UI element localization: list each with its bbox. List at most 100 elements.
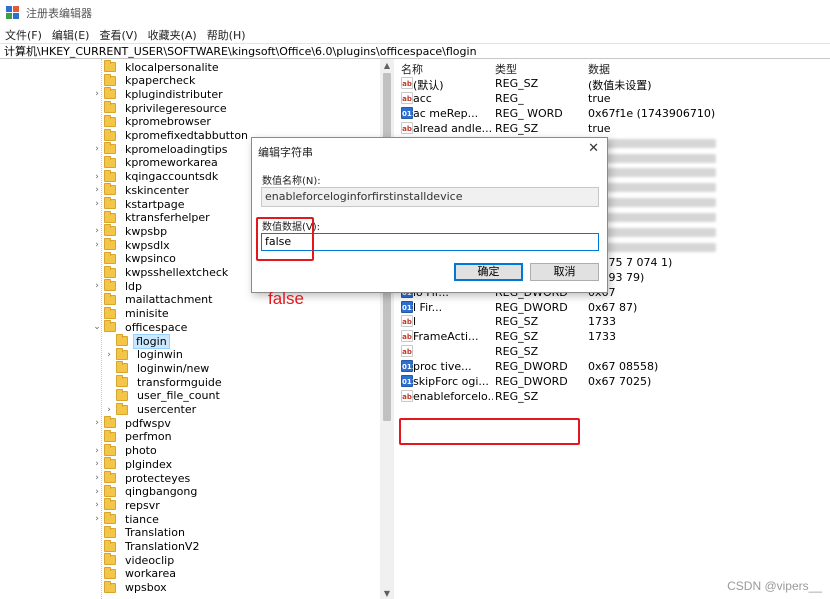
chevron-right-icon[interactable]: › (92, 197, 102, 211)
tree-item[interactable]: › pdfwspv (92, 416, 175, 430)
value-row[interactable]: ab FrameActi... REG_SZ 1733 (396, 329, 830, 344)
value-row[interactable]: ab alread andle... REG_SZ true (396, 121, 830, 136)
chevron-right-icon[interactable]: › (92, 87, 102, 101)
chevron-right-icon[interactable]: › (92, 512, 102, 526)
chevron-down-icon[interactable]: ⌄ (92, 320, 102, 334)
value-row[interactable]: 011 skipForc ogi... REG_DWORD 0x67 7025) (396, 374, 830, 389)
chevron-right-icon[interactable] (104, 389, 114, 403)
tree-item[interactable]: flogin (104, 333, 170, 349)
chevron-right-icon[interactable] (92, 60, 102, 74)
chevron-right-icon[interactable]: › (92, 183, 102, 197)
tree-item[interactable]: transformguide (104, 375, 226, 389)
chevron-right-icon[interactable]: › (92, 498, 102, 512)
tree-item[interactable]: › photo (92, 443, 161, 458)
tree-item[interactable]: › kskincenter (92, 183, 193, 197)
chevron-right-icon[interactable] (92, 540, 102, 554)
tree-item[interactable]: ⌄ officespace (92, 320, 191, 334)
close-icon[interactable]: ✕ (588, 141, 599, 156)
menu-help[interactable]: 帮助(H) (202, 27, 251, 43)
tree-item[interactable]: › plgindex (92, 457, 176, 471)
chevron-right-icon[interactable] (92, 129, 102, 143)
chevron-right-icon[interactable] (92, 74, 102, 88)
tree-item[interactable]: kpromeworkarea (92, 155, 222, 170)
chevron-right-icon[interactable] (92, 526, 102, 540)
tree-item[interactable]: › kplugindistributer (92, 87, 227, 101)
value-row[interactable]: ab l REG_SZ 1733 (396, 314, 830, 329)
tree-item[interactable]: › kstartpage (92, 197, 188, 211)
value-row[interactable]: ab acc REG_ true (396, 91, 830, 106)
chevron-right-icon[interactable] (92, 115, 102, 129)
chevron-right-icon[interactable] (92, 553, 102, 567)
chevron-right-icon[interactable] (92, 252, 102, 266)
tree-item[interactable]: Translation (92, 525, 189, 540)
tree-item[interactable]: kpapercheck (92, 73, 199, 88)
tree-item[interactable]: › usercenter (104, 402, 200, 417)
column-data-header[interactable]: 数据 (588, 61, 610, 77)
value-row[interactable]: 011 ac meRep... REG_ WORD 0x67f1e (17439067… (396, 106, 830, 121)
value-row[interactable]: ab (默认) REG_SZ (数值未设置) (396, 76, 830, 92)
chevron-right-icon[interactable] (92, 430, 102, 444)
tree-item[interactable]: › repsvr (92, 498, 164, 512)
ok-button[interactable]: 确定 (454, 263, 523, 281)
menu-view[interactable]: 查看(V) (94, 27, 142, 43)
tree-item[interactable]: loginwin/new (104, 361, 213, 375)
column-type-header[interactable]: 类型 (495, 61, 517, 77)
chevron-right-icon[interactable]: › (92, 485, 102, 499)
tree-item[interactable]: videoclip (92, 553, 178, 567)
scroll-down-icon[interactable]: ▼ (380, 587, 394, 599)
chevron-right-icon[interactable] (92, 581, 102, 595)
tree-item[interactable]: › ldp (92, 279, 146, 293)
menu-favorites[interactable]: 收藏夹(A) (143, 27, 202, 43)
menu-edit[interactable]: 编辑(E) (47, 27, 95, 43)
tree-item[interactable]: kwpsinco (92, 251, 180, 266)
value-row[interactable]: ab enableforcelo... REG_SZ (396, 389, 830, 404)
chevron-right-icon[interactable]: › (92, 279, 102, 293)
tree-item[interactable]: › tiance (92, 512, 163, 526)
tree-item[interactable]: kprivilegeresource (92, 101, 231, 115)
value-row[interactable]: 011 l Fir... REG_DWORD 0x67 87) (396, 300, 830, 315)
tree-item[interactable]: workarea (92, 566, 180, 581)
menu-file[interactable]: 文件(F) (0, 27, 47, 43)
tree-item[interactable]: wpsbox (92, 580, 171, 595)
tree-item[interactable]: › kpromeloadingtips (92, 142, 231, 156)
chevron-right-icon[interactable] (92, 101, 102, 115)
tree-item[interactable]: minisite (92, 306, 173, 321)
chevron-right-icon[interactable]: › (92, 142, 102, 156)
chevron-right-icon[interactable]: › (92, 224, 102, 238)
chevron-right-icon[interactable]: › (92, 238, 102, 252)
tree-item[interactable]: kpromebrowser (92, 114, 215, 129)
chevron-right-icon[interactable] (92, 307, 102, 321)
tree-item[interactable]: › protecteyes (92, 471, 194, 485)
tree-item[interactable]: kwpsshellextcheck (92, 265, 232, 280)
chevron-right-icon[interactable]: › (92, 170, 102, 184)
tree-item[interactable]: › kqingaccountsdk (92, 169, 222, 184)
chevron-right-icon[interactable]: › (104, 348, 114, 362)
chevron-right-icon[interactable] (92, 567, 102, 581)
tree-item[interactable]: › qingbangong (92, 484, 201, 499)
chevron-right-icon[interactable] (92, 266, 102, 280)
tree-item[interactable]: kpromefixedtabbutton (92, 128, 252, 143)
chevron-right-icon[interactable] (92, 211, 102, 225)
chevron-right-icon[interactable]: › (92, 471, 102, 485)
chevron-right-icon[interactable]: › (92, 457, 102, 471)
tree-item[interactable]: › kwpsdlx (92, 238, 174, 252)
address-bar[interactable]: 计算机\HKEY_CURRENT_USER\SOFTWARE\kingsoft\… (0, 43, 830, 59)
column-name-header[interactable]: 名称 (401, 61, 423, 77)
value-row[interactable]: 011 proc tive... REG_DWORD 0x67 08558) (396, 359, 830, 374)
tree-item[interactable]: klocalpersonalite (92, 60, 223, 74)
cancel-button[interactable]: 取消 (530, 263, 599, 281)
tree-item[interactable]: TranslationV2 (92, 539, 203, 554)
tree-item[interactable]: perfmon (92, 429, 176, 444)
chevron-right-icon[interactable] (104, 361, 114, 375)
chevron-right-icon[interactable] (104, 334, 114, 348)
scroll-up-icon[interactable]: ▲ (380, 59, 394, 71)
chevron-right-icon[interactable] (104, 375, 114, 389)
tree-item[interactable]: mailattachment (92, 292, 216, 307)
chevron-right-icon[interactable] (92, 156, 102, 170)
tree-item[interactable]: ktransferhelper (92, 210, 214, 225)
chevron-right-icon[interactable]: › (104, 403, 114, 417)
chevron-right-icon[interactable]: › (92, 444, 102, 458)
tree-item[interactable]: › kwpsbp (92, 224, 171, 238)
chevron-right-icon[interactable] (92, 293, 102, 307)
value-row[interactable]: ab REG_SZ (396, 344, 830, 359)
